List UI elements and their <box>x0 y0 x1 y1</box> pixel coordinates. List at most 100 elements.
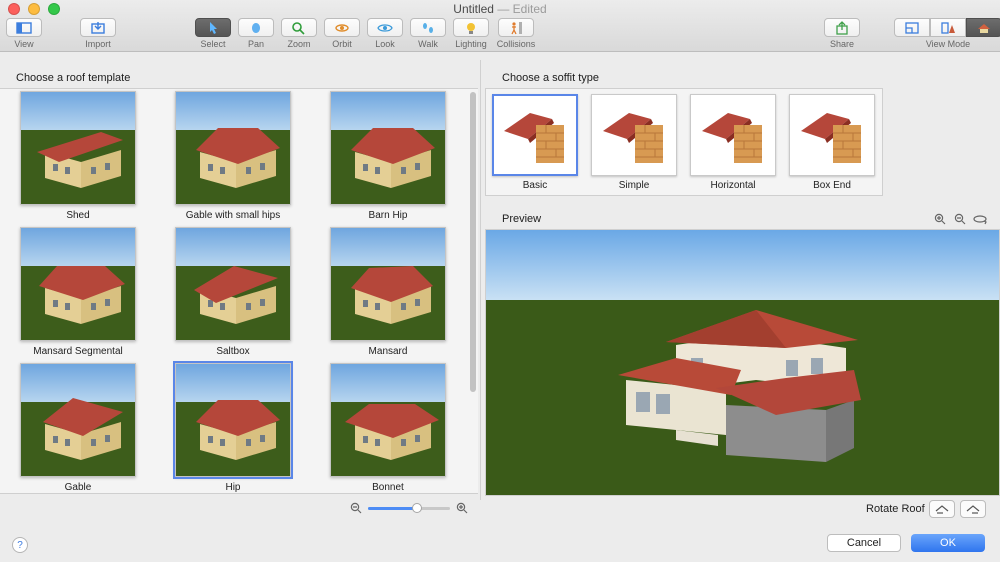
roof-template-label: Shed <box>66 210 90 221</box>
view-mode-tool[interactable]: View Mode <box>894 18 1000 49</box>
roof-template-gable[interactable]: Gable <box>0 363 156 493</box>
lighting-tool[interactable]: Lighting <box>447 18 495 49</box>
share-label: Share <box>829 39 855 49</box>
collisions-tool[interactable]: Collisions <box>492 18 540 49</box>
roof-template-mansard-seg[interactable]: Mansard Segmental <box>0 227 156 357</box>
rotate-left-icon <box>935 505 949 514</box>
look-button[interactable] <box>367 18 403 37</box>
import-button[interactable] <box>80 18 116 37</box>
select-label: Select <box>200 39 226 49</box>
rotate-roof-label: Rotate Roof <box>866 503 925 515</box>
roof-template-thumbnail[interactable] <box>330 227 446 341</box>
walk-label: Walk <box>418 39 438 49</box>
view-mode-split-button[interactable] <box>930 18 966 37</box>
soffit-thumbnail[interactable] <box>591 94 677 176</box>
orbit-button[interactable] <box>324 18 360 37</box>
import-icon <box>91 21 105 34</box>
zoom-track[interactable] <box>368 502 450 513</box>
soffit-option-label: Basic <box>522 180 548 191</box>
view-button[interactable] <box>6 18 42 37</box>
document-title: Untitled <box>453 2 494 16</box>
roof-template-gable-hips[interactable]: Gable with small hips <box>155 91 311 221</box>
document-status: — Edited <box>497 2 547 16</box>
roof-template-label: Hip <box>225 482 241 493</box>
view-mode-2d-button[interactable] <box>894 18 930 37</box>
zoom-tool[interactable]: Zoom <box>275 18 323 49</box>
collisions-button[interactable] <box>498 18 534 37</box>
lighting-button[interactable] <box>453 18 489 37</box>
roof-template-label: Saltbox <box>216 346 250 357</box>
soffit-thumbnail[interactable] <box>789 94 875 176</box>
roof-template-label: Mansard Segmental <box>33 346 123 357</box>
soffit-type-picker: Basic Simple Horizontal Box End <box>485 88 883 196</box>
template-scrollbar[interactable] <box>470 92 476 392</box>
rotate-roof-left-button[interactable] <box>929 500 955 518</box>
roof-template-barn-hip[interactable]: Barn Hip <box>310 91 466 221</box>
footprints-icon <box>423 22 433 33</box>
orbit-icon <box>335 23 349 32</box>
pan-label: Pan <box>247 39 264 49</box>
select-tool[interactable]: Select <box>189 18 237 49</box>
look-tool[interactable]: Look <box>361 18 409 49</box>
magnifier-icon <box>292 21 305 35</box>
lighting-label: Lighting <box>455 39 487 49</box>
select-button[interactable] <box>195 18 231 37</box>
roof-template-thumbnail[interactable] <box>20 227 136 341</box>
soffit-option-basic[interactable]: Basic <box>491 94 579 191</box>
roof-template-thumbnail[interactable] <box>330 91 446 205</box>
panel-divider[interactable] <box>480 60 481 500</box>
pan-button[interactable] <box>238 18 274 37</box>
zoom-out-icon[interactable] <box>350 502 362 514</box>
roof-template-grid: Shed Gable with small hips Barn Hip Mans… <box>0 88 478 494</box>
soffit-thumbnail[interactable] <box>690 94 776 176</box>
preview-zoom-in-icon[interactable] <box>933 212 947 226</box>
roof-template-mansard[interactable]: Mansard <box>310 227 466 357</box>
view-tool[interactable]: View <box>0 18 48 49</box>
house-model-preview <box>618 310 861 462</box>
roof-template-heading: Choose a roof template <box>16 72 131 84</box>
ok-button[interactable]: OK <box>911 534 985 552</box>
walk-tool[interactable]: Walk <box>404 18 452 49</box>
view-mode-3d-button[interactable] <box>966 18 1000 37</box>
roof-template-thumbnail[interactable] <box>330 363 446 477</box>
soffit-option-box-end[interactable]: Box End <box>788 94 876 191</box>
import-tool[interactable]: Import <box>74 18 122 49</box>
person-wall-icon <box>511 21 522 34</box>
roof-template-saltbox[interactable]: Saltbox <box>155 227 311 357</box>
help-button[interactable]: ? <box>12 537 28 553</box>
cursor-arrow-icon <box>210 21 217 34</box>
roof-template-thumbnail[interactable] <box>20 91 136 205</box>
roof-template-label: Barn Hip <box>368 210 408 221</box>
roof-template-thumbnail[interactable] <box>173 361 293 479</box>
roof-template-thumbnail[interactable] <box>175 227 291 341</box>
roof-template-label: Bonnet <box>372 482 404 493</box>
roof-template-bonnet[interactable]: Bonnet <box>310 363 466 493</box>
roof-template-thumbnail[interactable] <box>175 91 291 205</box>
orbit-tool[interactable]: Orbit <box>318 18 366 49</box>
roof-template-label: Gable with small hips <box>185 210 281 221</box>
preview-zoom-out-icon[interactable] <box>953 212 967 226</box>
share-tool[interactable]: Share <box>818 18 866 49</box>
soffit-thumbnail[interactable] <box>492 94 578 176</box>
roof-template-hip[interactable]: Hip <box>155 361 311 493</box>
view-label: View <box>14 39 34 49</box>
soffit-option-horizontal[interactable]: Horizontal <box>689 94 777 191</box>
zoom-knob[interactable] <box>412 502 423 513</box>
rotate-roof-right-button[interactable] <box>960 500 986 518</box>
roof-template-thumbnail[interactable] <box>20 363 136 477</box>
soffit-option-simple[interactable]: Simple <box>590 94 678 191</box>
view-mode-segments <box>894 18 1000 37</box>
roof-template-shed[interactable]: Shed <box>0 91 156 221</box>
share-button[interactable] <box>824 18 860 37</box>
preview-controls <box>933 212 987 226</box>
roof-preview[interactable] <box>485 229 1000 496</box>
zoom-button[interactable] <box>281 18 317 37</box>
preview-rotate-icon[interactable] <box>973 212 987 226</box>
zoom-in-icon[interactable] <box>456 502 468 514</box>
roof-template-label: Gable <box>64 482 92 493</box>
zoom-track-fill <box>368 506 418 510</box>
pan-tool[interactable]: Pan <box>232 18 280 49</box>
view-mode-label: View Mode <box>925 39 971 49</box>
cancel-button[interactable]: Cancel <box>827 534 901 552</box>
walk-button[interactable] <box>410 18 446 37</box>
